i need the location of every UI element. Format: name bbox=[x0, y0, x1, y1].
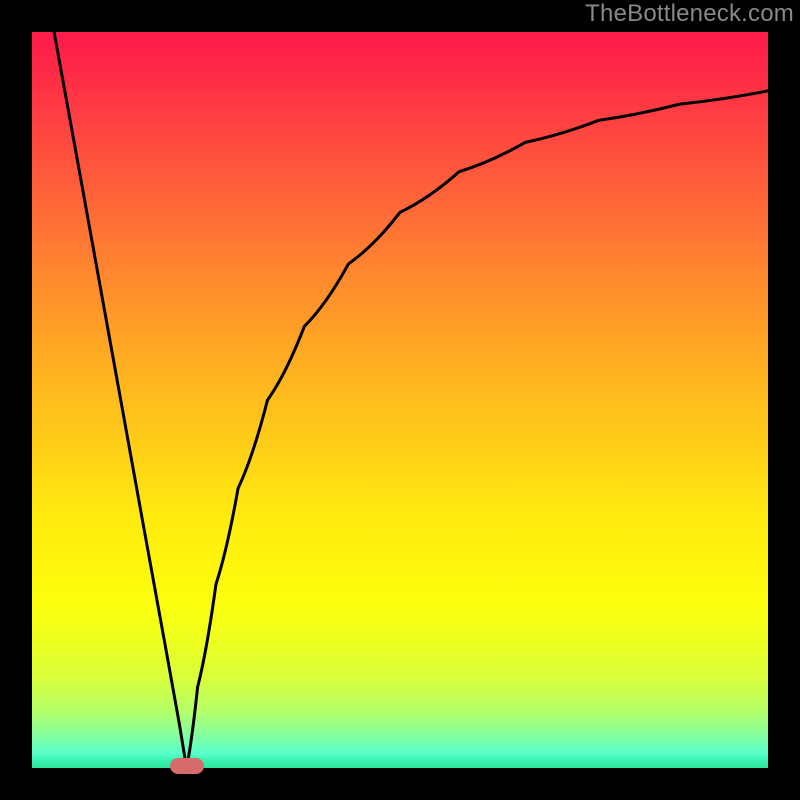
minimum-marker bbox=[170, 758, 204, 774]
curve-svg bbox=[32, 32, 768, 768]
watermark-text: TheBottleneck.com bbox=[585, 0, 794, 28]
chart-plot-area bbox=[32, 32, 768, 768]
chart-frame: TheBottleneck.com bbox=[0, 0, 800, 800]
bottleneck-curve bbox=[54, 32, 768, 768]
